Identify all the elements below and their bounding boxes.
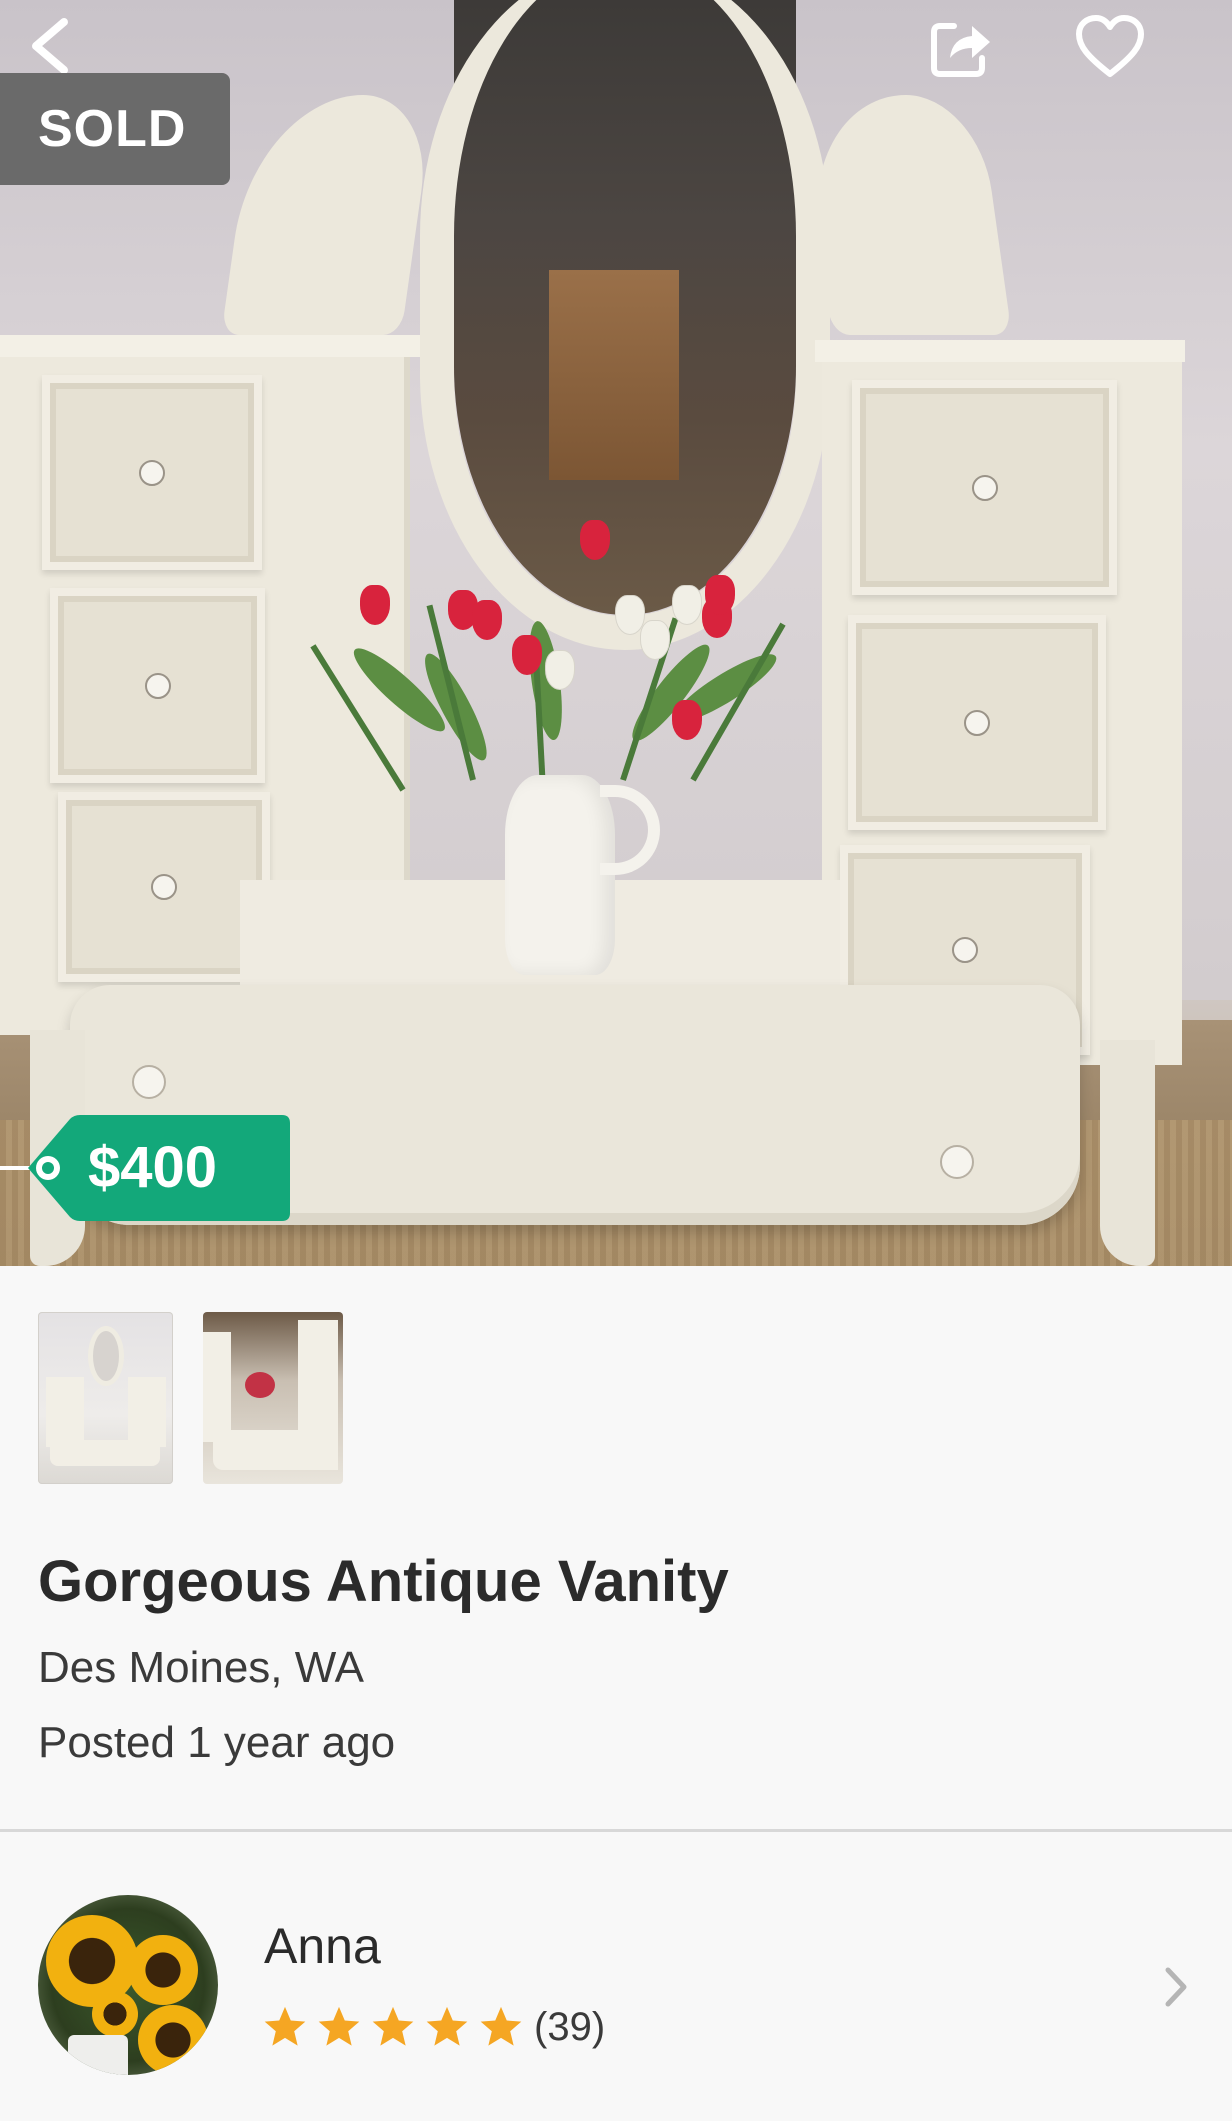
pitcher-handle xyxy=(600,785,660,875)
right-cabinet-top xyxy=(815,340,1185,362)
tulip-flower xyxy=(615,595,645,635)
price-label: $400 xyxy=(88,1135,218,1200)
thumb-flowers xyxy=(245,1372,275,1398)
listing-location: Des Moines, WA xyxy=(38,1643,365,1692)
star-icon xyxy=(318,2006,360,2046)
drawer-knob xyxy=(940,1145,974,1179)
seller-profile-row[interactable]: Anna (39) xyxy=(0,1832,1232,2121)
thumb-cabinet xyxy=(128,1377,166,1447)
avatar-vase xyxy=(68,2035,128,2075)
listing-posted-time: Posted 1 year ago xyxy=(38,1718,396,1767)
heart-icon[interactable] xyxy=(1075,14,1145,80)
avatar-sunflower xyxy=(138,2005,208,2075)
rating-count: (39) xyxy=(534,2004,606,2049)
thumbnail-1[interactable] xyxy=(38,1312,173,1484)
drawer xyxy=(42,375,262,570)
star-icon xyxy=(480,2006,522,2046)
mirror-frame xyxy=(420,0,830,650)
thumb-mirror xyxy=(88,1326,124,1386)
tulip-flower xyxy=(472,600,502,640)
avatar-sunflower xyxy=(92,1991,138,2037)
star-icon xyxy=(264,2006,306,2046)
drawer-knob xyxy=(132,1065,166,1099)
white-pitcher xyxy=(505,775,615,975)
thumbnail-2[interactable] xyxy=(203,1312,343,1484)
sold-badge: SOLD xyxy=(0,73,230,185)
listing-title: Gorgeous Antique Vanity xyxy=(38,1549,729,1614)
mirror-scroll-right xyxy=(798,95,1012,335)
seller-name: Anna xyxy=(264,1918,381,1974)
tulip-flower xyxy=(360,585,390,625)
drawer-knob xyxy=(139,459,165,486)
thumb-base xyxy=(213,1430,333,1470)
vanity-illustration xyxy=(0,0,1232,1266)
seller-avatar xyxy=(38,1895,218,2075)
tulip-flower xyxy=(580,520,610,560)
share-icon[interactable] xyxy=(928,14,994,80)
drawer-knob xyxy=(971,474,998,501)
avatar-sunflower xyxy=(128,1935,198,2005)
drawer-knob xyxy=(964,709,990,736)
drawer xyxy=(848,615,1106,830)
drawer xyxy=(852,380,1117,595)
drawer xyxy=(58,792,270,982)
tulip-flower xyxy=(545,650,575,690)
thumb-cabinet xyxy=(46,1377,84,1447)
tulip-flower xyxy=(705,575,735,615)
price-tag: $400 xyxy=(0,1113,292,1223)
tulip-flower xyxy=(672,585,702,625)
seller-rating: (39) xyxy=(262,2002,605,2052)
thumb-cabinet xyxy=(203,1332,231,1442)
vanity-leg-right xyxy=(1100,1040,1155,1266)
listing-photo[interactable]: SOLD $400 xyxy=(0,0,1232,1266)
left-cabinet-top xyxy=(0,335,420,357)
drawer-knob xyxy=(144,672,171,699)
mirror-scroll-left xyxy=(221,95,435,335)
drawer xyxy=(50,588,265,783)
chevron-right-icon[interactable] xyxy=(1160,1964,1192,2010)
tulip-flower xyxy=(640,620,670,660)
drawer-knob xyxy=(151,874,177,900)
back-arrow-icon[interactable] xyxy=(26,16,76,76)
tulip-flower xyxy=(672,700,702,740)
tulip-flower xyxy=(512,635,542,675)
thumb-base xyxy=(50,1440,160,1466)
star-icon xyxy=(426,2006,468,2046)
star-icon xyxy=(372,2006,414,2046)
drawer-knob xyxy=(952,937,978,963)
